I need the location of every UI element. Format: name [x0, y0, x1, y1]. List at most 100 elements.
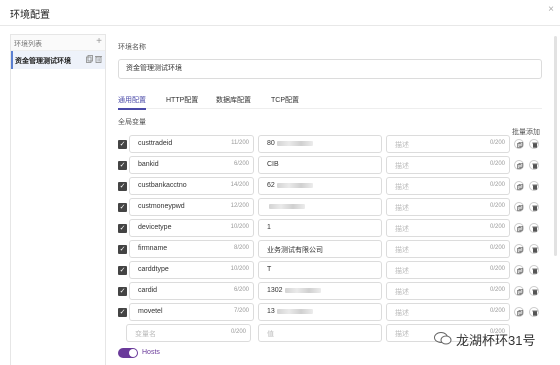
variable-value: 1302	[267, 287, 321, 294]
variable-enabled-checkbox[interactable]: ✓	[118, 287, 127, 296]
variable-enabled-checkbox[interactable]: ✓	[118, 161, 127, 170]
variable-desc-input[interactable]: 描述 0/200	[386, 135, 510, 153]
delete-icon[interactable]	[95, 55, 102, 63]
variable-value-text: CIB	[267, 161, 279, 168]
variable-name-input[interactable]: custbankacctno 14/200	[129, 177, 254, 195]
tab-general[interactable]: 通用配置	[118, 95, 146, 110]
variable-name-count: 11/200	[231, 140, 249, 146]
copy-variable-icon[interactable]	[514, 202, 524, 212]
delete-variable-icon[interactable]	[529, 223, 539, 233]
copy-variable-icon[interactable]	[514, 139, 524, 149]
copy-variable-icon[interactable]	[514, 244, 524, 254]
variable-name: bankid	[138, 161, 159, 168]
variable-desc-count: 0/200	[489, 140, 505, 146]
redacted-value	[276, 308, 313, 314]
variable-row: ✓ movetel 7/200 13 描述 0/200	[118, 303, 548, 323]
variable-name-count: 7/200	[233, 308, 249, 314]
variable-value-input[interactable]: 13	[258, 303, 382, 321]
variable-value-text: 13	[267, 308, 275, 315]
variable-desc-input[interactable]: 描述 0/200	[386, 156, 510, 174]
scrollbar[interactable]	[554, 36, 557, 256]
variable-enabled-checkbox[interactable]: ✓	[118, 140, 127, 149]
variable-desc-input[interactable]: 描述 0/200	[386, 261, 510, 279]
redacted-value	[276, 182, 313, 188]
variable-enabled-checkbox[interactable]: ✓	[118, 245, 127, 254]
variable-value-text: 80	[267, 140, 275, 147]
copy-variable-icon[interactable]	[514, 223, 524, 233]
variable-desc-input[interactable]: 描述 0/200	[386, 177, 510, 195]
variable-value-input[interactable]	[258, 198, 382, 216]
tab-tcp[interactable]: TCP配置	[271, 95, 299, 105]
tab-database[interactable]: 数据库配置	[216, 95, 251, 105]
variable-value-input[interactable]: 1302	[258, 282, 382, 300]
variable-name-count: 10/200	[230, 224, 249, 230]
variable-desc-input[interactable]: 描述 0/200	[386, 219, 510, 237]
variable-enabled-checkbox[interactable]: ✓	[118, 224, 127, 233]
variable-desc-placeholder: 描述	[395, 268, 409, 275]
config-tabs: 通用配置 HTTP配置 数据库配置 TCP配置	[118, 95, 542, 110]
variable-desc-input[interactable]: 描述 0/200	[386, 303, 510, 321]
delete-variable-icon[interactable]	[529, 244, 539, 254]
variable-name-input[interactable]: firmname 8/200	[129, 240, 254, 258]
variable-name: custmoneypwd	[138, 203, 185, 210]
variable-desc-input[interactable]: 描述 0/200	[386, 240, 510, 258]
copy-variable-icon[interactable]	[514, 265, 524, 275]
variable-enabled-checkbox[interactable]: ✓	[118, 203, 127, 212]
new-variable-name-input[interactable]: 变量名 0/200	[126, 324, 251, 342]
variable-enabled-checkbox[interactable]: ✓	[118, 308, 127, 317]
variable-enabled-checkbox[interactable]: ✓	[118, 182, 127, 191]
variable-name: custbankacctno	[138, 182, 187, 189]
copy-icon[interactable]	[86, 55, 93, 63]
variable-value-text: T	[267, 266, 272, 273]
variable-row: ✓ cardid 6/200 1302 描述 0/200	[118, 282, 548, 302]
copy-variable-icon[interactable]	[514, 160, 524, 170]
add-environment-icon[interactable]: +	[96, 36, 102, 47]
variable-row: ✓ bankid 6/200 CIB 描述 0/200	[118, 156, 548, 176]
global-variables-label: 全局变量	[118, 119, 146, 126]
new-variable-value-input[interactable]: 值	[258, 324, 382, 342]
delete-variable-icon[interactable]	[529, 286, 539, 296]
copy-variable-icon[interactable]	[514, 181, 524, 191]
variable-name-input[interactable]: devicetype 10/200	[129, 219, 254, 237]
variable-value-input[interactable]: 62	[258, 177, 382, 195]
variable-name-input[interactable]: carddtype 10/200	[129, 261, 254, 279]
delete-variable-icon[interactable]	[529, 265, 539, 275]
variable-name-count: 6/200	[233, 161, 249, 167]
delete-variable-icon[interactable]	[529, 181, 539, 191]
variable-value-input[interactable]: 业务测试有限公司	[258, 240, 382, 258]
variable-value-input[interactable]: 80	[258, 135, 382, 153]
variable-name: carddtype	[138, 266, 169, 273]
delete-variable-icon[interactable]	[529, 160, 539, 170]
variable-enabled-checkbox[interactable]: ✓	[118, 266, 127, 275]
variable-name-input[interactable]: bankid 6/200	[129, 156, 254, 174]
delete-variable-icon[interactable]	[529, 202, 539, 212]
environment-name-input[interactable]: 资金管理测试环境	[118, 59, 542, 79]
variable-name-count: 6/200	[233, 287, 249, 293]
variable-value	[267, 203, 305, 210]
variable-row: ✓ devicetype 10/200 1 描述 0/200	[118, 219, 548, 239]
variable-desc-input[interactable]: 描述 0/200	[386, 282, 510, 300]
copy-variable-icon[interactable]	[514, 286, 524, 296]
hosts-toggle[interactable]	[118, 348, 138, 358]
variable-row: ✓ carddtype 10/200 T 描述 0/200	[118, 261, 548, 281]
variable-name-input[interactable]: movetel 7/200	[129, 303, 254, 321]
delete-variable-icon[interactable]	[529, 307, 539, 317]
variable-desc-placeholder: 描述	[395, 310, 409, 317]
variable-value-text: 业务测试有限公司	[267, 247, 323, 254]
sidebar-item-environment[interactable]: 资金管理测试环境	[11, 51, 105, 69]
variable-name: custtradeid	[138, 140, 173, 147]
delete-variable-icon[interactable]	[529, 139, 539, 149]
wechat-icon	[434, 332, 452, 345]
variable-value-input[interactable]: T	[258, 261, 382, 279]
variable-name-input[interactable]: custtradeid 11/200	[129, 135, 254, 153]
tab-http[interactable]: HTTP配置	[166, 95, 198, 105]
variable-name-input[interactable]: custmoneypwd 12/200	[129, 198, 254, 216]
copy-variable-icon[interactable]	[514, 307, 524, 317]
close-icon[interactable]: ×	[548, 4, 554, 15]
variable-name-input[interactable]: cardid 6/200	[129, 282, 254, 300]
config-main-panel: 环境名称 资金管理测试环境 通用配置 HTTP配置 数据库配置 TCP配置 全局…	[118, 34, 548, 365]
variable-value-input[interactable]: 1	[258, 219, 382, 237]
variable-name-count: 8/200	[233, 245, 249, 251]
variable-desc-input[interactable]: 描述 0/200	[386, 198, 510, 216]
variable-value-input[interactable]: CIB	[258, 156, 382, 174]
